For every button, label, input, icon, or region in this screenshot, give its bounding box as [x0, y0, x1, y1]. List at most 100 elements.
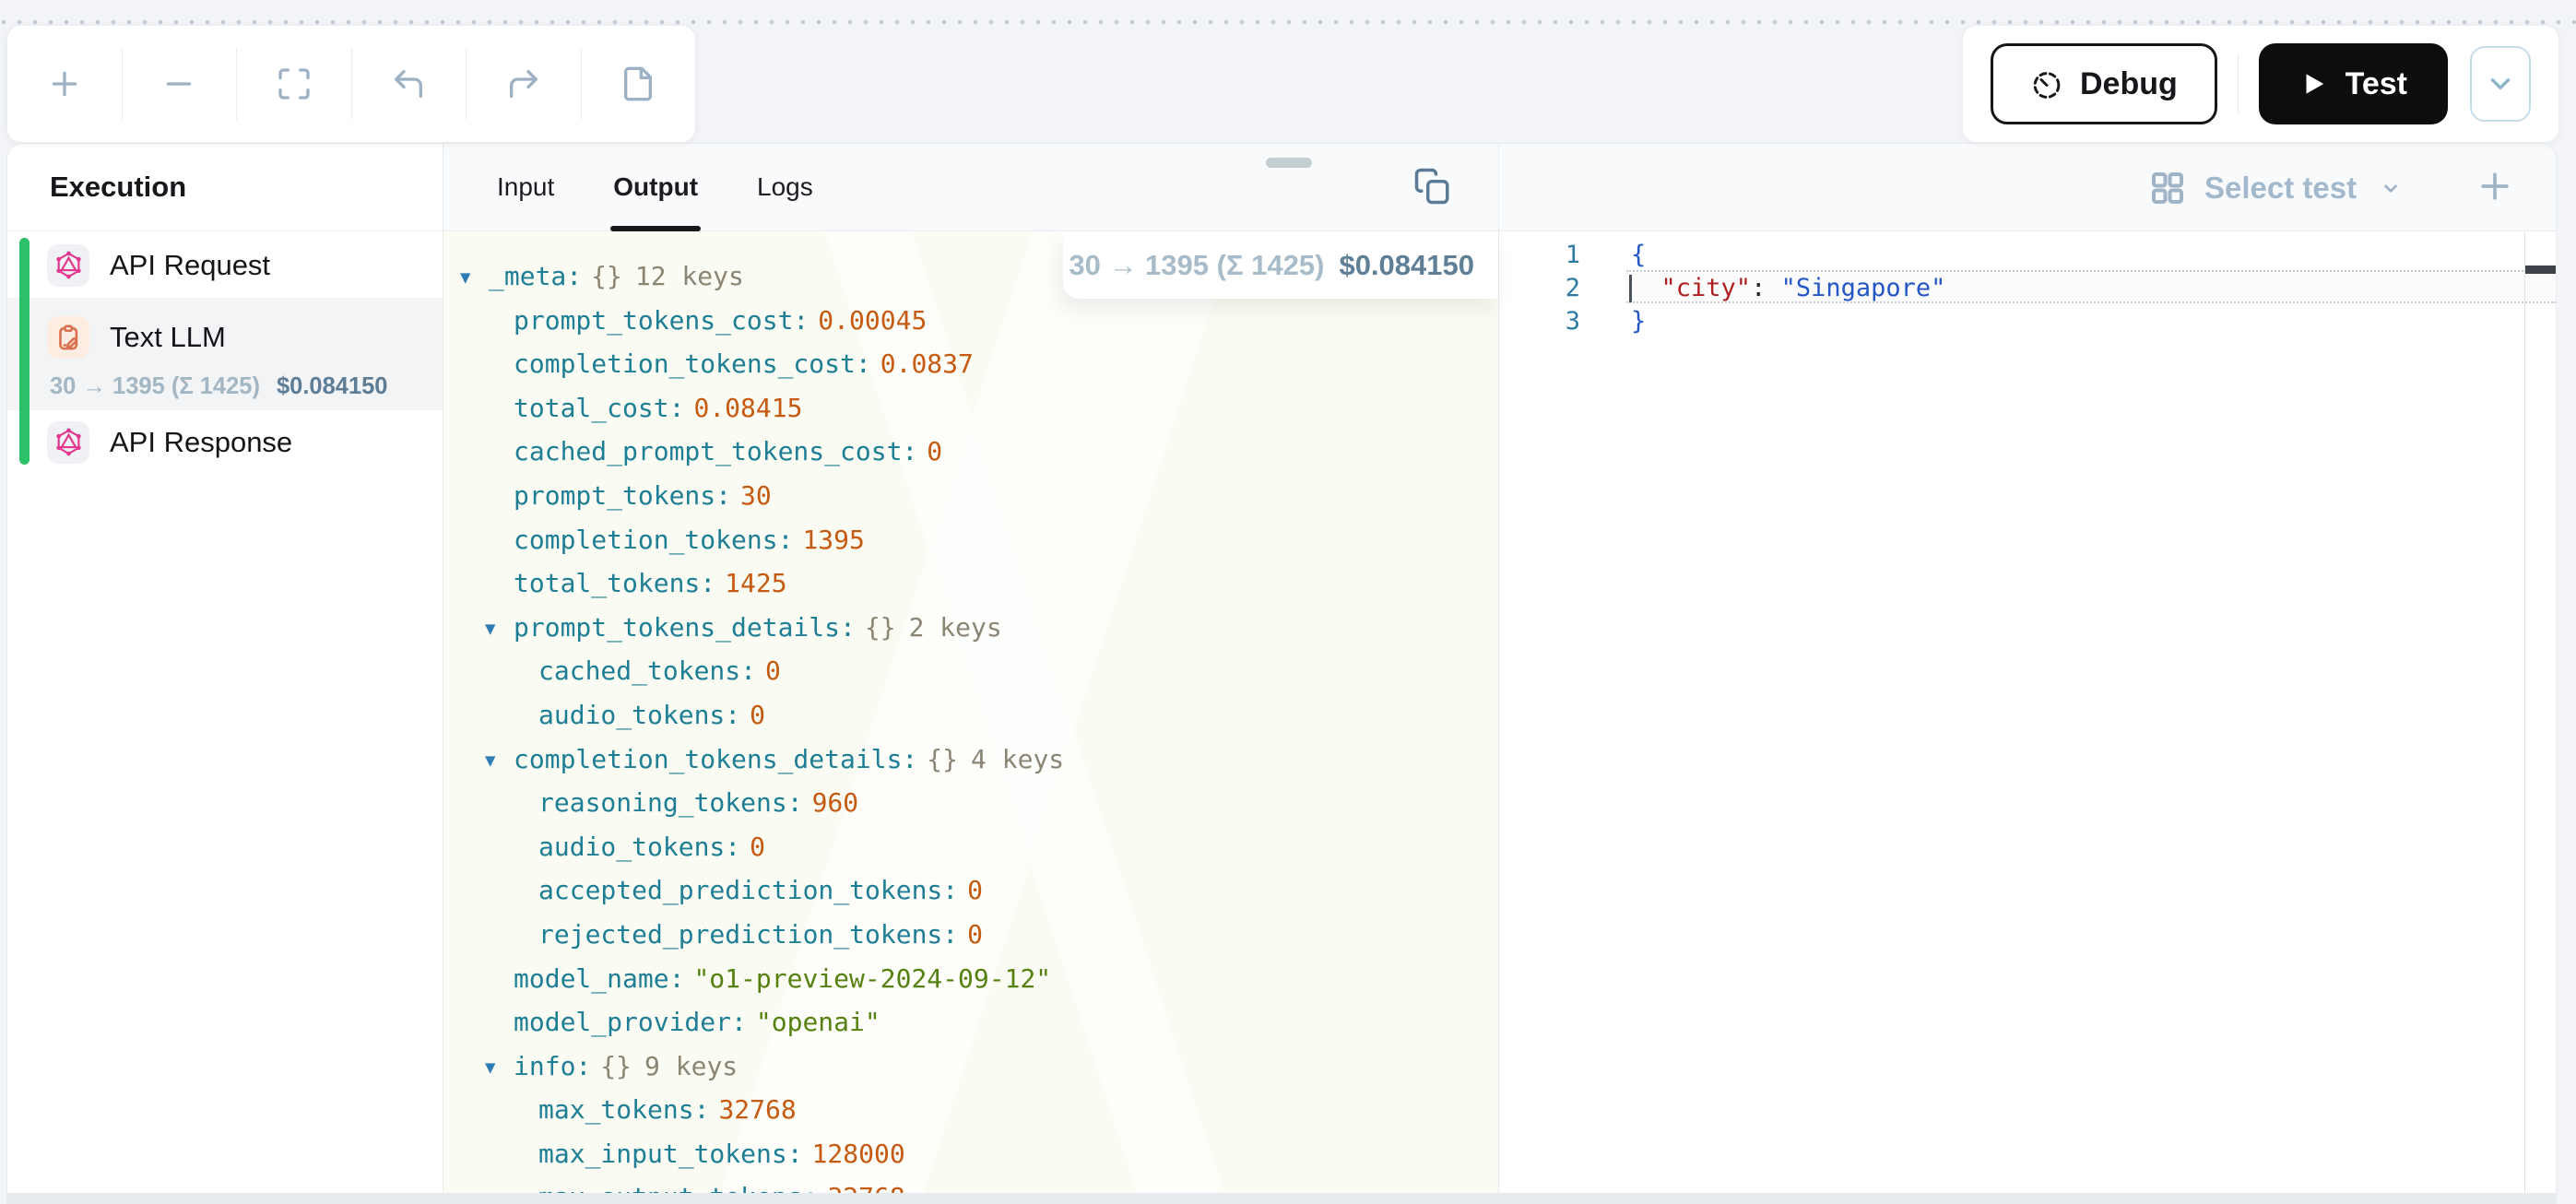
- json-value: 0: [967, 875, 983, 905]
- grid-icon: [2149, 170, 2186, 207]
- zoom-out-icon: [160, 65, 197, 102]
- note-icon: [620, 65, 656, 102]
- object-braces: {}: [591, 261, 622, 291]
- redo-button[interactable]: [467, 26, 581, 142]
- line-number: 3: [1499, 305, 1580, 338]
- json-tree-row-cached-prompt-tokens-cost[interactable]: cached_prompt_tokens_cost:0: [460, 430, 1498, 474]
- badge-cost: $0.084150: [1339, 249, 1474, 282]
- add-test-button[interactable]: [2475, 166, 2517, 208]
- json-tree-row-prompt-tokens-details[interactable]: ▼prompt_tokens_details:{}2 keys: [460, 606, 1498, 650]
- copy-icon: [1413, 167, 1452, 206]
- test-button[interactable]: Test: [2259, 43, 2448, 124]
- tab-output[interactable]: Output: [613, 144, 698, 230]
- zoom-in-icon: [46, 65, 83, 102]
- toolbar-divider: [2238, 54, 2239, 113]
- json-tree-row-completion-tokens-cost[interactable]: completion_tokens_cost: 0.0837: [460, 342, 1498, 386]
- json-value: 0.0837: [880, 348, 974, 379]
- zoom-out-button[interactable]: [123, 26, 237, 142]
- copy-output-button[interactable]: [1413, 167, 1454, 207]
- execution-item-api-request[interactable]: API Request: [7, 236, 443, 294]
- json-value: 32768: [718, 1094, 796, 1125]
- collapse-triangle-icon[interactable]: ▼: [485, 739, 514, 784]
- test-panel-header: Select test: [1499, 144, 2557, 231]
- key-count: 9 keys: [644, 1051, 738, 1081]
- execution-item-usage: 30 → 1395 (Σ 1425)$0.084150: [7, 373, 443, 400]
- json-tree-row-total-cost[interactable]: total_cost:0.08415: [460, 386, 1498, 431]
- plus-icon: [2475, 166, 2515, 207]
- json-tree-row-prompt-tokens[interactable]: prompt_tokens:30: [460, 474, 1498, 518]
- execution-item-label: API Request: [110, 249, 270, 282]
- zoom-in-button[interactable]: [7, 26, 122, 142]
- code-text: "city": "Singapore": [1631, 272, 1945, 305]
- collapse-triangle-icon[interactable]: ▼: [460, 256, 489, 301]
- add-note-button[interactable]: [582, 26, 696, 142]
- tab-logs[interactable]: Logs: [757, 144, 813, 230]
- json-value: "openai": [756, 1007, 880, 1037]
- test-options-button[interactable]: [2470, 46, 2531, 122]
- execution-item-label: API Response: [110, 426, 292, 459]
- object-braces: {}: [927, 744, 958, 774]
- json-key: audio_tokens:: [538, 832, 740, 862]
- json-tree-row-completion-tokens-details[interactable]: ▼completion_tokens_details:{}4 keys: [460, 738, 1498, 782]
- json-tree-row-max-tokens[interactable]: max_tokens: 32768: [460, 1088, 1498, 1132]
- json-key: completion_tokens_cost:: [514, 348, 871, 379]
- test-button-label: Test: [2346, 66, 2407, 102]
- json-key: prompt_tokens_cost:: [514, 305, 809, 336]
- json-tree-row-model-provider[interactable]: model_provider: "openai": [460, 1000, 1498, 1045]
- debug-button[interactable]: Debug: [1991, 43, 2217, 124]
- json-tree-row-completion-tokens[interactable]: completion_tokens:1395: [460, 518, 1498, 562]
- run-toolbar: Debug Test: [1962, 25, 2559, 143]
- json-tree-row-total-tokens[interactable]: total_tokens:1425: [460, 561, 1498, 606]
- json-tree-row-max-input-tokens[interactable]: max_input_tokens:128000: [460, 1132, 1498, 1176]
- json-tree-row-info[interactable]: ▼info:{}9 keys: [460, 1045, 1498, 1089]
- json-key: prompt_tokens_details:: [514, 612, 856, 643]
- test-json-editor[interactable]: 1{2 "city": "Singapore"3}: [1499, 231, 2557, 1204]
- execution-item-text-llm[interactable]: Text LLM30 → 1395 (Σ 1425)$0.084150: [7, 298, 443, 410]
- json-value: 1395: [802, 525, 864, 555]
- undo-icon: [390, 65, 427, 102]
- json-tree-row-model-name[interactable]: model_name:"o1-preview-2024-09-12": [460, 957, 1498, 1001]
- tab-input[interactable]: Input: [497, 144, 554, 230]
- node-icon-tile: [47, 421, 89, 464]
- editor-line-1[interactable]: 1{: [1499, 239, 2557, 272]
- overview-ruler: [2524, 231, 2525, 1204]
- json-tree-row-rejected-prediction-tokens[interactable]: rejected_prediction_tokens:0: [460, 913, 1498, 957]
- json-tree-row-accepted-prediction-tokens[interactable]: accepted_prediction_tokens:0: [460, 868, 1498, 913]
- tabs: Input Output Logs: [497, 144, 813, 230]
- undo-button[interactable]: [352, 26, 467, 142]
- json-key: total_cost:: [514, 393, 684, 423]
- collapse-triangle-icon[interactable]: ▼: [485, 1046, 514, 1091]
- json-key: _meta:: [489, 261, 582, 291]
- json-key: info:: [514, 1051, 591, 1081]
- overview-ruler-marker: [2525, 266, 2556, 274]
- line-number: 1: [1499, 239, 1580, 272]
- execution-item-api-response[interactable]: API Response: [7, 413, 443, 471]
- fit-view-button[interactable]: [237, 26, 351, 142]
- line-number: 2: [1499, 272, 1580, 305]
- json-tree-row-audio-tokens[interactable]: audio_tokens: 0: [460, 825, 1498, 869]
- json-value: 30: [740, 480, 772, 511]
- json-tree-row-audio-tokens[interactable]: audio_tokens:0: [460, 693, 1498, 738]
- editor-line-2[interactable]: 2 "city": "Singapore": [1499, 272, 2557, 305]
- select-test-dropdown[interactable]: Select test: [2149, 144, 2403, 231]
- json-tree-row-reasoning-tokens[interactable]: reasoning_tokens:960: [460, 781, 1498, 825]
- json-tree-row-cached-tokens[interactable]: cached_tokens:0: [460, 649, 1498, 693]
- fit-view-icon: [276, 65, 313, 102]
- json-tree-row-prompt-tokens-cost[interactable]: prompt_tokens_cost:0.00045: [460, 299, 1498, 343]
- editor-line-3[interactable]: 3}: [1499, 305, 2557, 338]
- execution-success-bar: [19, 238, 30, 465]
- test-panel: Select test 1{2 "city": "Singapore"3}: [1499, 144, 2557, 1204]
- json-key: model_provider:: [514, 1007, 747, 1037]
- execution-panel-title: Execution: [7, 144, 443, 231]
- output-json-view: ▼_meta:{}12 keysprompt_tokens_cost:0.000…: [443, 231, 1498, 1204]
- collapse-triangle-icon[interactable]: ▼: [485, 608, 514, 652]
- json-value: 0: [750, 832, 765, 862]
- execution-item-list: API Request Text LLM30 → 1395 (Σ 1425)$0.…: [7, 236, 443, 471]
- select-test-label: Select test: [2204, 171, 2357, 206]
- json-value: 0: [765, 655, 781, 686]
- json-key: model_name:: [514, 963, 684, 994]
- execution-item-main: API Request: [7, 236, 443, 294]
- json-key: max_input_tokens:: [538, 1139, 803, 1169]
- json-key: max_tokens:: [538, 1094, 709, 1125]
- sheet-drag-handle[interactable]: [1266, 158, 1312, 168]
